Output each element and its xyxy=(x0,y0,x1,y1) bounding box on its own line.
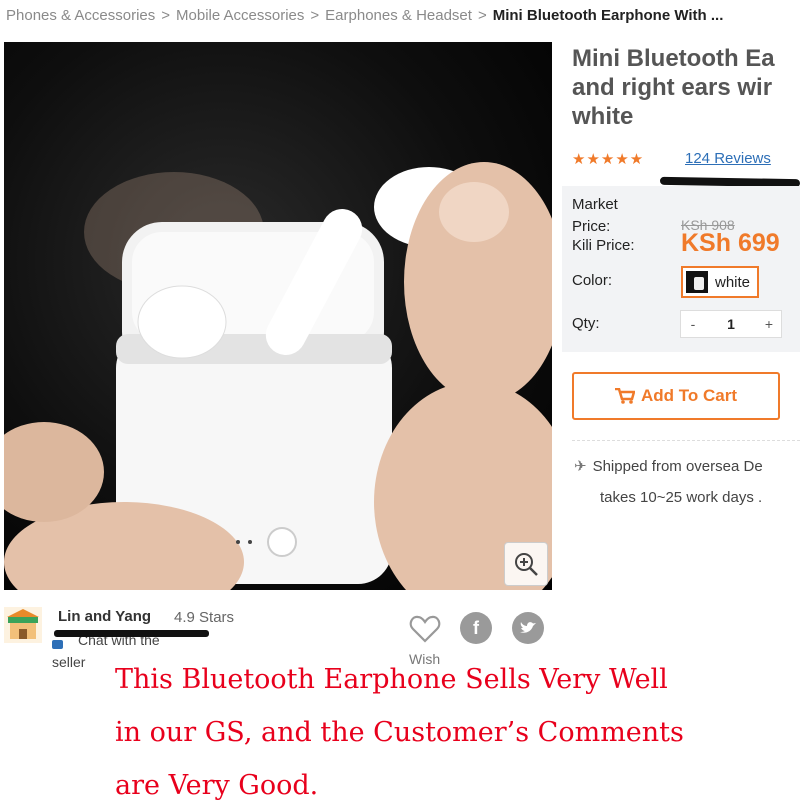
product-title-line: and right ears wir xyxy=(572,74,773,101)
redaction-scribble xyxy=(54,630,209,637)
kili-price: KSh 699 xyxy=(681,229,780,257)
caption-line: are Very Good. xyxy=(115,770,319,801)
breadcrumb-item-mobile-accessories[interactable]: Mobile Accessories xyxy=(176,0,304,32)
breadcrumb-separator: > xyxy=(310,7,320,24)
caption-line: This Bluetooth Earphone Sells Very Well xyxy=(115,664,668,695)
twitter-bird-icon xyxy=(520,622,536,633)
chat-icon xyxy=(52,640,63,649)
qty-increase-button[interactable]: + xyxy=(757,316,781,332)
breadcrumb-item-phones[interactable]: Phones & Accessories xyxy=(6,0,155,32)
breadcrumb-item-earphones[interactable]: Earphones & Headset xyxy=(325,0,472,32)
kili-price-label: Kili Price: xyxy=(572,237,635,254)
caption-text: This Bluetooth Earphone Sells Very Well … xyxy=(115,653,795,812)
breadcrumb-separator: > xyxy=(161,7,171,24)
twitter-icon[interactable] xyxy=(512,612,544,644)
product-title-line: white xyxy=(572,103,634,130)
cart-icon xyxy=(614,388,635,404)
zoom-icon xyxy=(515,553,538,576)
seller-rating: 4.9 Stars xyxy=(174,609,235,626)
add-to-cart-label: Add To Cart xyxy=(640,386,737,405)
add-to-cart-button[interactable]: Add To Cart xyxy=(572,372,780,420)
heart-icon[interactable] xyxy=(409,614,441,644)
breadcrumb-current: Mini Bluetooth Earphone With ... xyxy=(492,7,724,24)
color-label: Color: xyxy=(572,272,613,289)
qty-label: Qty: xyxy=(572,315,600,332)
shipping-plane-icon: ✈ xyxy=(574,458,587,475)
shipping-info: ✈ Shipped from oversea De xyxy=(574,457,763,475)
shipping-text: Shipped from oversea De xyxy=(592,458,763,475)
color-thumbnail xyxy=(686,271,708,293)
market-price-label: Market xyxy=(572,196,618,213)
facebook-icon[interactable]: f xyxy=(460,612,492,644)
product-title: Mini Bluetooth Ea and right ears wir whi… xyxy=(572,44,800,131)
qty-value[interactable]: 1 xyxy=(727,316,735,332)
color-option-label: white xyxy=(715,273,751,291)
market-price-label: Price: xyxy=(572,218,611,235)
color-option-white[interactable]: white xyxy=(681,266,759,298)
product-image[interactable] xyxy=(4,42,552,590)
divider xyxy=(572,440,800,441)
chat-with-seller-link[interactable]: seller xyxy=(52,654,85,670)
seller-name[interactable]: Lin and Yang xyxy=(58,608,151,625)
delivery-time: takes 10~25 work days . xyxy=(600,489,763,506)
product-title-line: Mini Bluetooth Ea xyxy=(572,45,775,72)
store-avatar-icon[interactable] xyxy=(4,607,42,643)
qty-decrease-button[interactable]: - xyxy=(681,316,705,332)
rating-stars: ★★★★★ xyxy=(572,151,645,168)
caption-line: in our GS, and the Customer’s Comments xyxy=(115,717,684,748)
quantity-stepper: - 1 + xyxy=(680,310,782,338)
breadcrumb-separator: > xyxy=(477,7,487,24)
reviews-link[interactable]: 124 Reviews xyxy=(685,150,771,167)
zoom-button[interactable] xyxy=(504,542,548,586)
earphone-case-illustration xyxy=(4,162,552,590)
breadcrumb: Phones & Accessories > Mobile Accessories >… xyxy=(0,0,800,32)
